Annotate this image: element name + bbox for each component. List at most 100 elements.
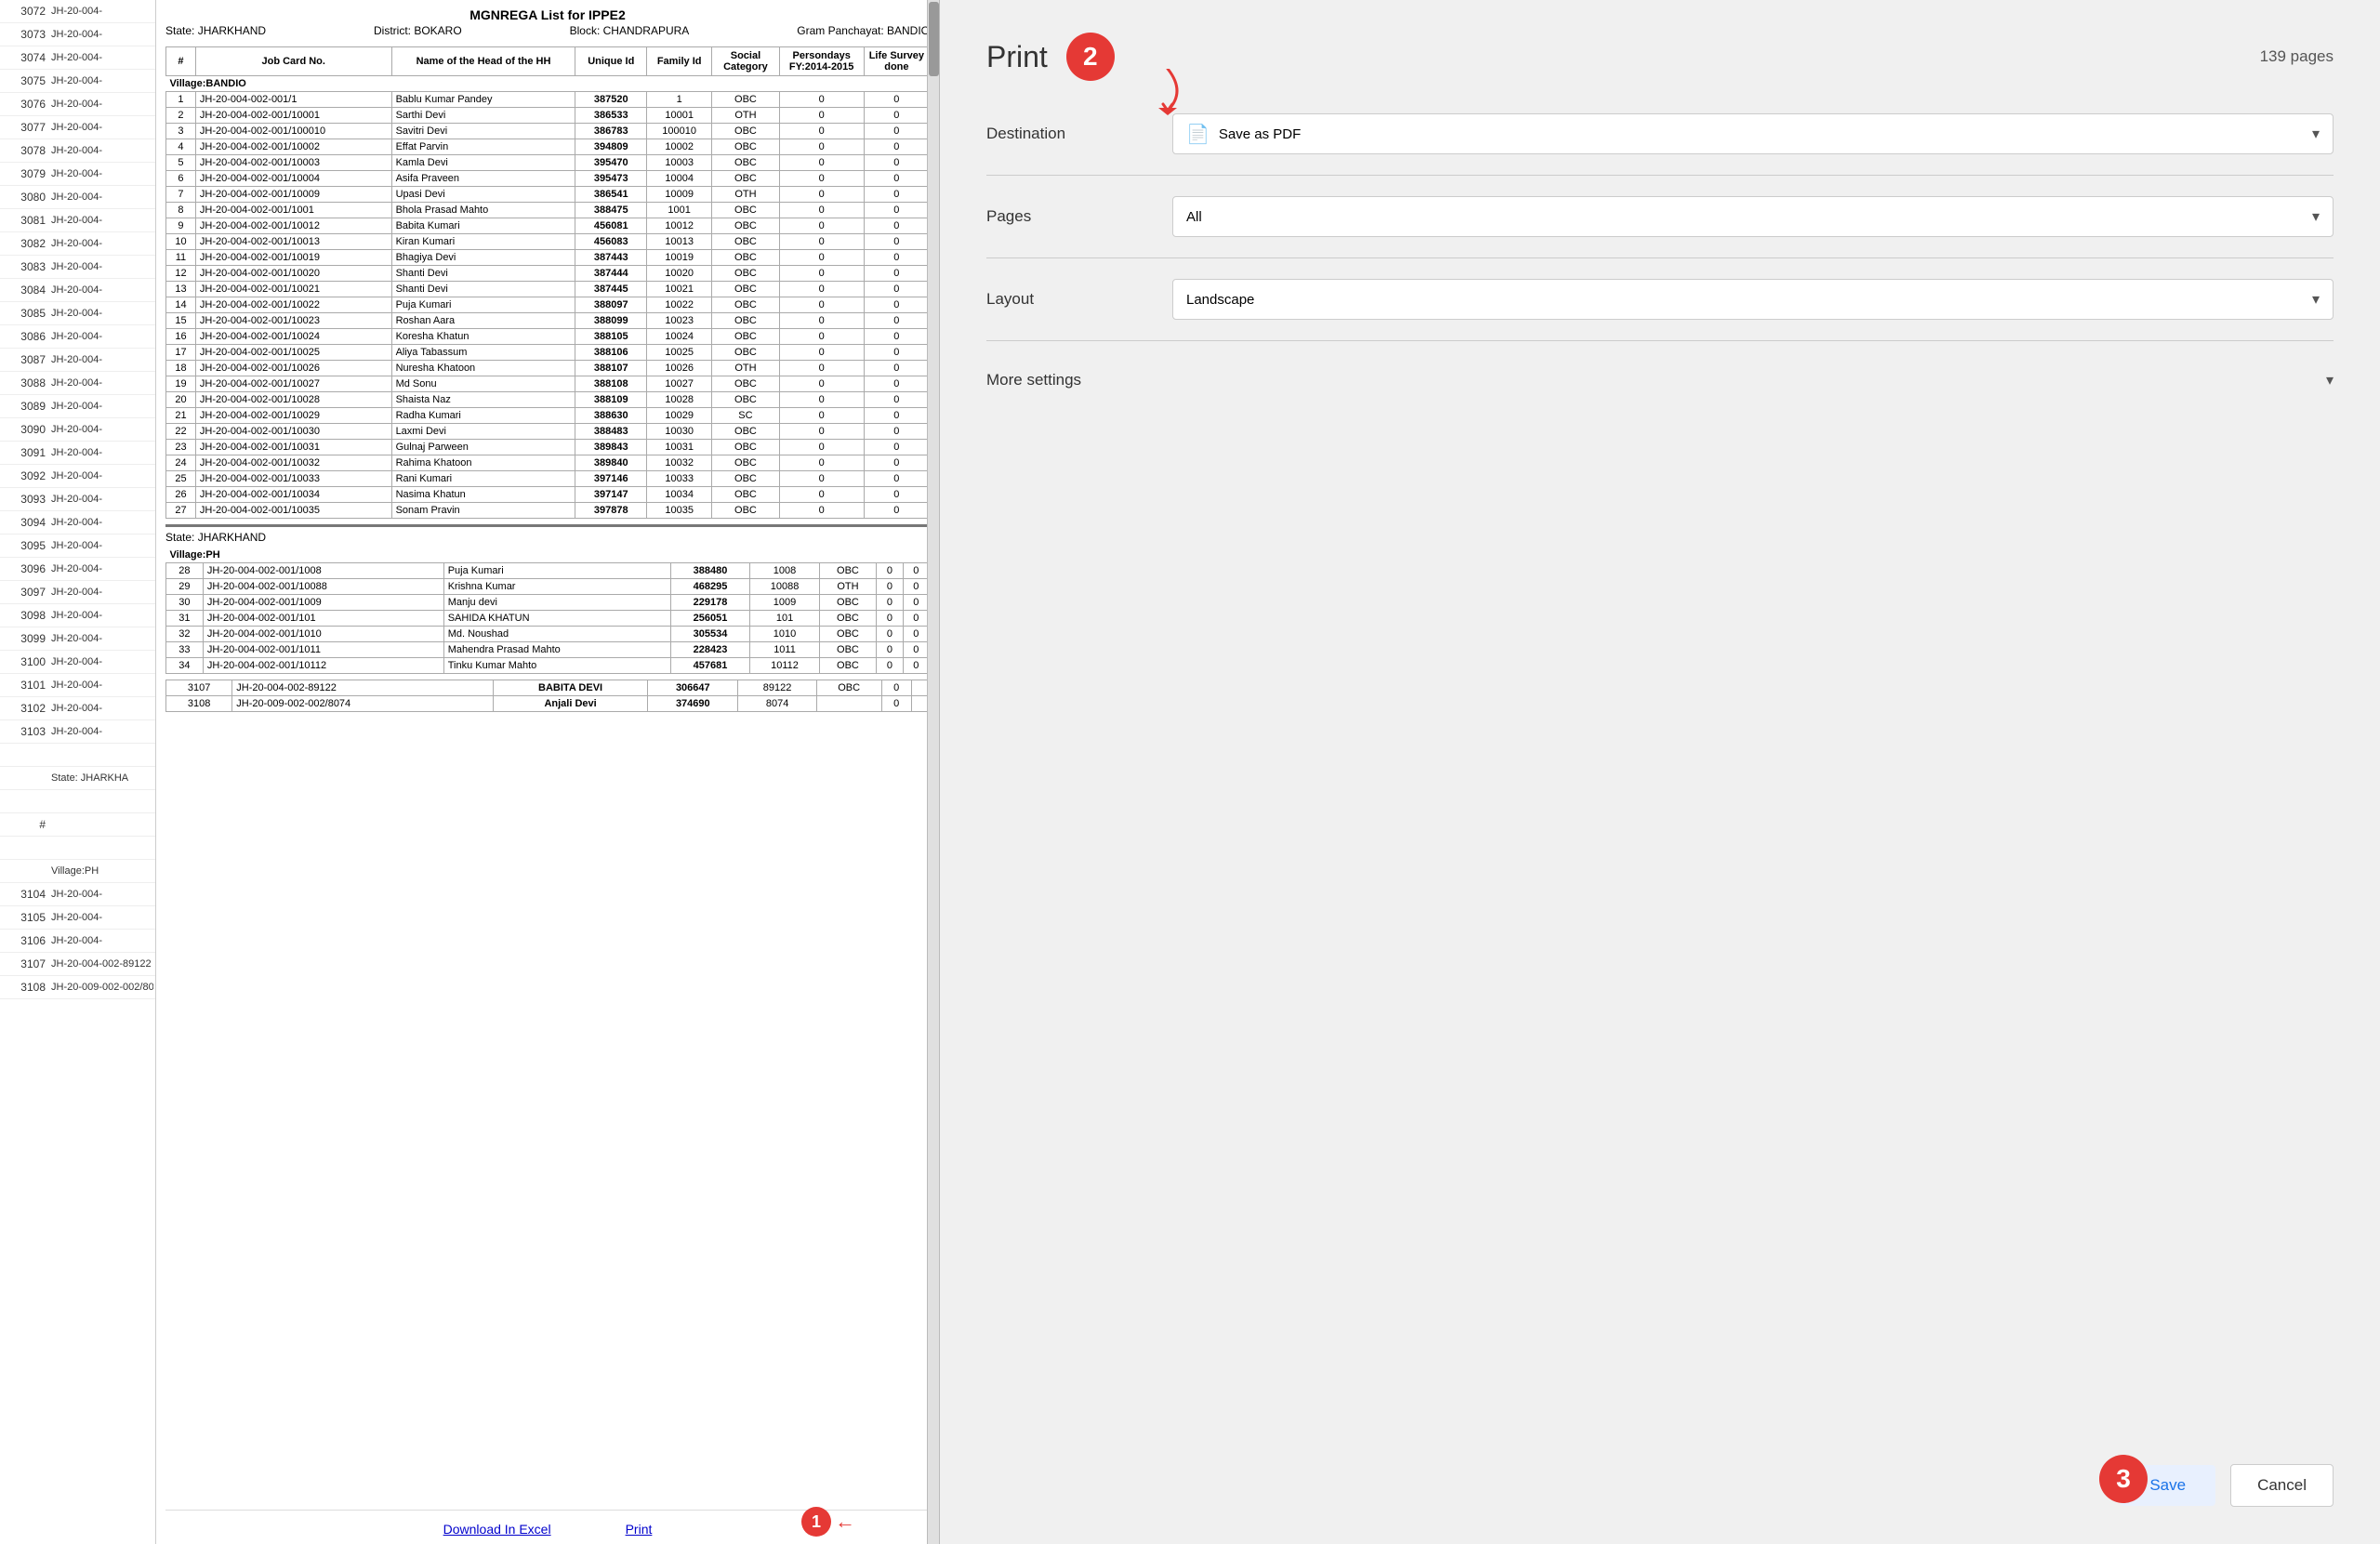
sidebar-row-item: # xyxy=(0,813,156,837)
print-title: Print xyxy=(986,40,1048,74)
sidebar-row-item: 3106JH-20-004- xyxy=(0,930,156,953)
badge-1: 1 xyxy=(801,1507,831,1537)
more-settings-chevron-icon: ▾ xyxy=(2326,371,2334,389)
sidebar-row-item: 3097JH-20-004- xyxy=(0,581,156,604)
layout-label: Layout xyxy=(986,290,1172,309)
table-row: 5 JH-20-004-002-001/10003 Kamla Devi 395… xyxy=(166,155,930,171)
destination-value: Save as PDF xyxy=(1219,126,1301,142)
sidebar-row-item: 3080JH-20-004- xyxy=(0,186,156,209)
table-row: 19 JH-20-004-002-001/10027 Md Sonu 38810… xyxy=(166,376,930,392)
table-row: 31 JH-20-004-002-001/101 SAHIDA KHATUN 2… xyxy=(166,611,930,627)
layout-row: Layout Landscape ▾ xyxy=(986,279,2334,341)
doc-title: MGNREGA List for IPPE2 xyxy=(165,7,930,22)
col-social: Social Category xyxy=(712,47,779,76)
sidebar-row-item: 3073JH-20-004- xyxy=(0,23,156,46)
table-row: 27 JH-20-004-002-001/10035 Sonam Pravin … xyxy=(166,503,930,519)
second-page-divider xyxy=(165,524,930,527)
more-settings-label: More settings xyxy=(986,371,1081,389)
scrollbar[interactable] xyxy=(927,0,939,1544)
sidebar-row-item: 3091JH-20-004- xyxy=(0,442,156,465)
sidebar-row-item: 3104JH-20-004- xyxy=(0,883,156,906)
pages-count: 139 pages xyxy=(2260,47,2334,66)
table-row: 3108 JH-20-009-002-002/8074 Anjali Devi … xyxy=(166,696,930,712)
sidebar-row-item: 3075JH-20-004- xyxy=(0,70,156,93)
sidebar-row-item: State: JHARKHA xyxy=(0,767,156,790)
sidebar-row-item: 3087JH-20-004- xyxy=(0,349,156,372)
arrow-1-annotation: 1 ← xyxy=(801,1507,855,1537)
sidebar-row-item: 3095JH-20-004- xyxy=(0,534,156,558)
sidebar-row-item xyxy=(0,790,156,813)
pdf-icon: 📄 xyxy=(1186,123,1210,146)
col-survey: Life Survey done xyxy=(864,47,929,76)
table-row: 25 JH-20-004-002-001/10033 Rani Kumari 3… xyxy=(166,471,930,487)
sidebar-row-item: 3079JH-20-004- xyxy=(0,163,156,186)
document-area: MGNREGA List for IPPE2 State: JHARKHAND … xyxy=(156,0,939,1544)
col-jobcard: Job Card No. xyxy=(195,47,391,76)
doc-header: MGNREGA List for IPPE2 State: JHARKHAND … xyxy=(165,7,930,37)
arrow-destination xyxy=(1140,69,1196,115)
download-excel-link[interactable]: Download In Excel xyxy=(443,1522,551,1537)
table-row: 3 JH-20-004-002-001/100010 Savitri Devi … xyxy=(166,124,930,139)
doc-gram: Gram Panchayat: BANDIO xyxy=(797,24,930,37)
table-row: 29 JH-20-004-002-001/10088 Krishna Kumar… xyxy=(166,579,930,595)
badge-2: 2 xyxy=(1066,33,1115,81)
sidebar-row-item: 3074JH-20-004- xyxy=(0,46,156,70)
sidebar-row-item: 3090JH-20-004- xyxy=(0,418,156,442)
print-actions: 3 Save Cancel xyxy=(2120,1464,2334,1507)
sidebar-row-item: 3081JH-20-004- xyxy=(0,209,156,232)
sidebar-row-item: 3085JH-20-004- xyxy=(0,302,156,325)
destination-chevron-icon: ▾ xyxy=(2312,125,2320,143)
sidebar-row-item: 3098JH-20-004- xyxy=(0,604,156,627)
destination-label: Destination xyxy=(986,125,1172,143)
sidebar-row-item xyxy=(0,837,156,860)
table-row: 11 JH-20-004-002-001/10019 Bhagiya Devi … xyxy=(166,250,930,266)
sidebar-row-item: 3092JH-20-004- xyxy=(0,465,156,488)
cancel-button[interactable]: Cancel xyxy=(2230,1464,2334,1507)
table-row: 2 JH-20-004-002-001/10001 Sarthi Devi 38… xyxy=(166,108,930,124)
col-unique: Unique Id xyxy=(575,47,647,76)
table-row: 7 JH-20-004-002-001/10009 Upasi Devi 386… xyxy=(166,187,930,203)
table-row: 34 JH-20-004-002-001/10112 Tinku Kumar M… xyxy=(166,658,930,674)
table-row: 12 JH-20-004-002-001/10020 Shanti Devi 3… xyxy=(166,266,930,282)
badge-3: 3 xyxy=(2099,1455,2148,1503)
table-row: 20 JH-20-004-002-001/10028 Shaista Naz 3… xyxy=(166,392,930,408)
table-row: 21 JH-20-004-002-001/10029 Radha Kumari … xyxy=(166,408,930,424)
table-row: 13 JH-20-004-002-001/10021 Shanti Devi 3… xyxy=(166,282,930,297)
sidebar-row-item: 3084JH-20-004- xyxy=(0,279,156,302)
print-panel: Print 2 139 pages Destination 📄 Save as … xyxy=(939,0,2380,1544)
table-row: 6 JH-20-004-002-001/10004 Asifa Praveen … xyxy=(166,171,930,187)
main-table: # Job Card No. Name of the Head of the H… xyxy=(165,46,930,519)
sidebar-row-item: 3093JH-20-004- xyxy=(0,488,156,511)
sidebar-row-item: 3083JH-20-004- xyxy=(0,256,156,279)
sidebar-row-item: 3076JH-20-004- xyxy=(0,93,156,116)
print-link[interactable]: Print xyxy=(626,1522,653,1537)
sidebar-row-item: 3103JH-20-004- xyxy=(0,720,156,744)
extra-rows-area: 3107 JH-20-004-002-89122 BABITA DEVI 306… xyxy=(165,680,930,712)
sidebar-row-item: Village:PH xyxy=(0,860,156,883)
sidebar-row-item: 3102JH-20-004- xyxy=(0,697,156,720)
table-row: 15 JH-20-004-002-001/10023 Roshan Aara 3… xyxy=(166,313,930,329)
table-row: 3107 JH-20-004-002-89122 BABITA DEVI 306… xyxy=(166,680,930,696)
destination-select[interactable]: 📄 Save as PDF ▾ xyxy=(1172,113,2334,154)
sidebar-row-item: 3086JH-20-004- xyxy=(0,325,156,349)
sidebar-row-item: 3108JH-20-009-002-002/8074 xyxy=(0,976,156,999)
col-persondays: Persondays FY:2014-2015 xyxy=(779,47,864,76)
extra-table: 3107 JH-20-004-002-89122 BABITA DEVI 306… xyxy=(165,680,930,712)
table-row: 32 JH-20-004-002-001/1010 Md. Noushad 30… xyxy=(166,627,930,642)
print-title-area: Print 2 xyxy=(986,33,1115,81)
sidebar-row-item xyxy=(0,744,156,767)
table-row: 28 JH-20-004-002-001/1008 Puja Kumari 38… xyxy=(166,563,930,579)
sidebar-row-item: 3078JH-20-004- xyxy=(0,139,156,163)
doc-district: District: BOKARO xyxy=(374,24,462,37)
col-name: Name of the Head of the HH xyxy=(391,47,575,76)
table-row: 14 JH-20-004-002-001/10022 Puja Kumari 3… xyxy=(166,297,930,313)
state-label2: State: JHARKHAND xyxy=(165,531,930,544)
table-row: 4 JH-20-004-002-001/10002 Effat Parvin 3… xyxy=(166,139,930,155)
second-table: Village:PH 28 JH-20-004-002-001/1008 Puj… xyxy=(165,548,930,674)
more-settings-row[interactable]: More settings ▾ xyxy=(986,362,2334,399)
layout-select[interactable]: Landscape ▾ xyxy=(1172,279,2334,320)
row-numbers-sidebar: 3072JH-20-004-3073JH-20-004-3074JH-20-00… xyxy=(0,0,156,1544)
doc-state: State: JHARKHAND xyxy=(165,24,266,37)
sidebar-row-item: 3099JH-20-004- xyxy=(0,627,156,651)
pages-select[interactable]: All ▾ xyxy=(1172,196,2334,237)
